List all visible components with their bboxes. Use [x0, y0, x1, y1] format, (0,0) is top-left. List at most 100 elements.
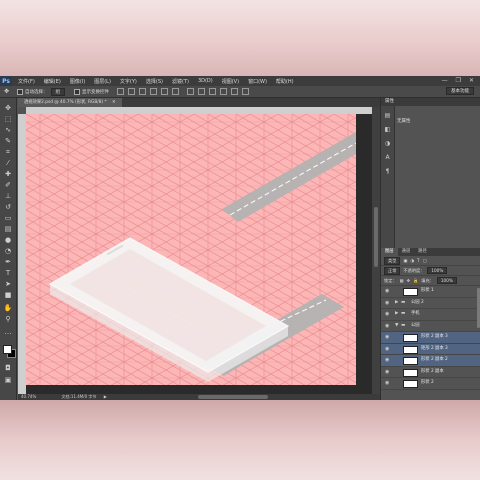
clone-stamp-tool-icon[interactable]: ⊥ — [3, 192, 13, 200]
layer-row[interactable]: ◉ 形状 1 — [381, 286, 480, 298]
visibility-eye-icon[interactable]: ◉ — [385, 378, 390, 389]
lock-pixels-icon[interactable]: ▦ — [400, 278, 404, 283]
visibility-eye-icon[interactable]: ◉ — [385, 332, 390, 343]
tab-layers[interactable]: 图层 — [381, 248, 398, 256]
workspace-switcher[interactable]: 基本功能 — [446, 87, 474, 95]
expand-arrow-icon[interactable]: ▶ — [395, 298, 398, 309]
zoom-level[interactable]: 40.74% — [21, 394, 36, 399]
filter-adjust-icon[interactable]: ◑ — [410, 258, 414, 263]
menu-layer[interactable]: 图层(L) — [94, 78, 111, 85]
eraser-tool-icon[interactable]: ▭ — [3, 214, 13, 222]
lock-position-icon[interactable]: ✥ — [407, 278, 411, 283]
filter-shape-icon[interactable]: ▢ — [423, 258, 427, 263]
layer-row[interactable]: ◉ 形状 2 副本 — [381, 367, 480, 378]
layer-group-row[interactable]: ◉ ▶ ▬ 公园 2 — [381, 298, 480, 309]
align-middle-icon[interactable] — [128, 88, 136, 95]
crop-tool-icon[interactable]: ⌗ — [3, 148, 13, 156]
move-tool-icon[interactable]: ✥ — [3, 104, 13, 112]
close-tab-icon[interactable]: ✕ — [112, 100, 116, 105]
blend-mode-dropdown[interactable]: 正常 — [384, 266, 401, 275]
move-tool-icon[interactable]: ✥ — [4, 88, 9, 95]
gradient-tool-icon[interactable]: ▤ — [3, 225, 13, 233]
filter-pixel-icon[interactable]: ▣ — [403, 258, 407, 263]
minimize-button[interactable]: — — [442, 77, 448, 84]
opacity-input[interactable]: 100% — [427, 267, 448, 274]
marquee-tool-icon[interactable]: ⬚ — [3, 115, 13, 123]
expand-arrow-icon[interactable]: ▶ — [395, 309, 398, 320]
status-arrow-icon[interactable]: ▶ — [104, 394, 107, 399]
properties-panel-header[interactable]: 属性 — [381, 98, 480, 106]
brush-tool-icon[interactable]: ✐ — [3, 181, 13, 189]
distribute-right-icon[interactable] — [242, 88, 250, 95]
distribute-bottom-icon[interactable] — [209, 88, 217, 95]
lock-all-icon[interactable]: 🔒 — [413, 278, 418, 284]
vertical-scrollbar[interactable] — [372, 107, 380, 394]
pen-tool-icon[interactable]: ✒ — [3, 258, 13, 266]
history-brush-tool-icon[interactable]: ↺ — [3, 203, 13, 211]
shape-tool-icon[interactable]: ■ — [3, 291, 13, 299]
visibility-eye-icon[interactable]: ◉ — [385, 298, 390, 309]
close-button[interactable]: ✕ — [469, 77, 474, 84]
layer-group-row[interactable]: ◉ ▶ ▬ 手机 — [381, 309, 480, 321]
auto-select-checkbox[interactable] — [17, 88, 24, 95]
menu-filter[interactable]: 滤镜(T) — [172, 78, 189, 85]
properties-panel-icon[interactable]: ◧ — [384, 126, 391, 133]
dodge-tool-icon[interactable]: ◔ — [3, 247, 13, 255]
foreground-color-swatch[interactable] — [3, 345, 12, 354]
horizontal-scroll-thumb[interactable] — [198, 395, 268, 399]
vertical-scroll-thumb[interactable] — [374, 207, 378, 267]
eyedropper-tool-icon[interactable]: ⁄ — [3, 159, 13, 167]
menu-window[interactable]: 窗口(W) — [248, 78, 267, 85]
visibility-eye-icon[interactable]: ◉ — [385, 344, 390, 355]
align-left-icon[interactable] — [150, 88, 158, 95]
visibility-eye-icon[interactable]: ◉ — [385, 309, 390, 320]
quick-select-tool-icon[interactable]: ✎ — [3, 137, 13, 145]
collapse-arrow-icon[interactable]: ▼ — [395, 321, 398, 332]
visibility-eye-icon[interactable]: ◉ — [385, 286, 390, 297]
menu-type[interactable]: 文字(Y) — [120, 78, 137, 85]
document-canvas[interactable] — [26, 114, 356, 385]
distribute-center-icon[interactable] — [231, 88, 239, 95]
distribute-top-icon[interactable] — [187, 88, 195, 95]
menu-image[interactable]: 图像(I) — [70, 78, 85, 85]
align-bottom-icon[interactable] — [139, 88, 147, 95]
tab-channels[interactable]: 通道 — [398, 248, 415, 256]
menu-3d[interactable]: 3D(D) — [198, 78, 213, 84]
menu-help[interactable]: 帮助(H) — [276, 78, 294, 85]
align-top-icon[interactable] — [117, 88, 125, 95]
layer-group-row[interactable]: ◉ ▼ ▬ 公园 — [381, 321, 480, 332]
more-tools-icon[interactable]: … — [3, 328, 13, 336]
tab-paths[interactable]: 路径 — [414, 248, 431, 256]
align-center-icon[interactable] — [161, 88, 169, 95]
distribute-middle-icon[interactable] — [198, 88, 206, 95]
screen-mode-icon[interactable]: ▣ — [3, 376, 13, 384]
distribute-left-icon[interactable] — [220, 88, 228, 95]
adjustments-panel-icon[interactable]: ◑ — [384, 140, 391, 147]
maximize-button[interactable]: ❐ — [456, 77, 461, 84]
hand-tool-icon[interactable]: ✋ — [3, 304, 13, 312]
history-panel-icon[interactable]: ▤ — [384, 112, 391, 119]
show-transform-checkbox[interactable] — [74, 88, 81, 95]
paragraph-panel-icon[interactable]: ¶ — [384, 168, 391, 175]
document-tab[interactable]: 透视效果2.psd @ 40.7% (形状, RGB/8) * ✕ — [18, 98, 122, 107]
visibility-eye-icon[interactable]: ◉ — [385, 321, 390, 332]
align-right-icon[interactable] — [172, 88, 180, 95]
fill-input[interactable]: 100% — [436, 277, 457, 284]
path-select-tool-icon[interactable]: ➤ — [3, 280, 13, 288]
character-panel-icon[interactable]: A — [384, 154, 391, 161]
type-tool-icon[interactable]: T — [3, 269, 13, 277]
layer-row-selected[interactable]: ◉ 矩形 2 副本 3 — [381, 343, 480, 355]
quick-mask-icon[interactable]: ◘ — [3, 364, 13, 372]
blur-tool-icon[interactable]: ● — [3, 236, 13, 244]
layer-row[interactable]: ◉ 形状 2 — [381, 378, 480, 390]
filter-type-icon[interactable]: T — [417, 258, 420, 263]
zoom-tool-icon[interactable]: ⚲ — [3, 315, 13, 323]
menu-file[interactable]: 文件(F) — [18, 78, 35, 85]
layer-row-selected[interactable]: ◉ 形状 2 副本 2 — [381, 355, 480, 367]
menu-select[interactable]: 选择(S) — [146, 78, 163, 85]
visibility-eye-icon[interactable]: ◉ — [385, 355, 390, 366]
auto-select-dropdown[interactable]: 组 — [50, 87, 66, 96]
layer-kind-filter[interactable]: 类型 — [384, 256, 401, 265]
visibility-eye-icon[interactable]: ◉ — [385, 367, 390, 378]
menu-edit[interactable]: 编辑(E) — [44, 78, 61, 85]
